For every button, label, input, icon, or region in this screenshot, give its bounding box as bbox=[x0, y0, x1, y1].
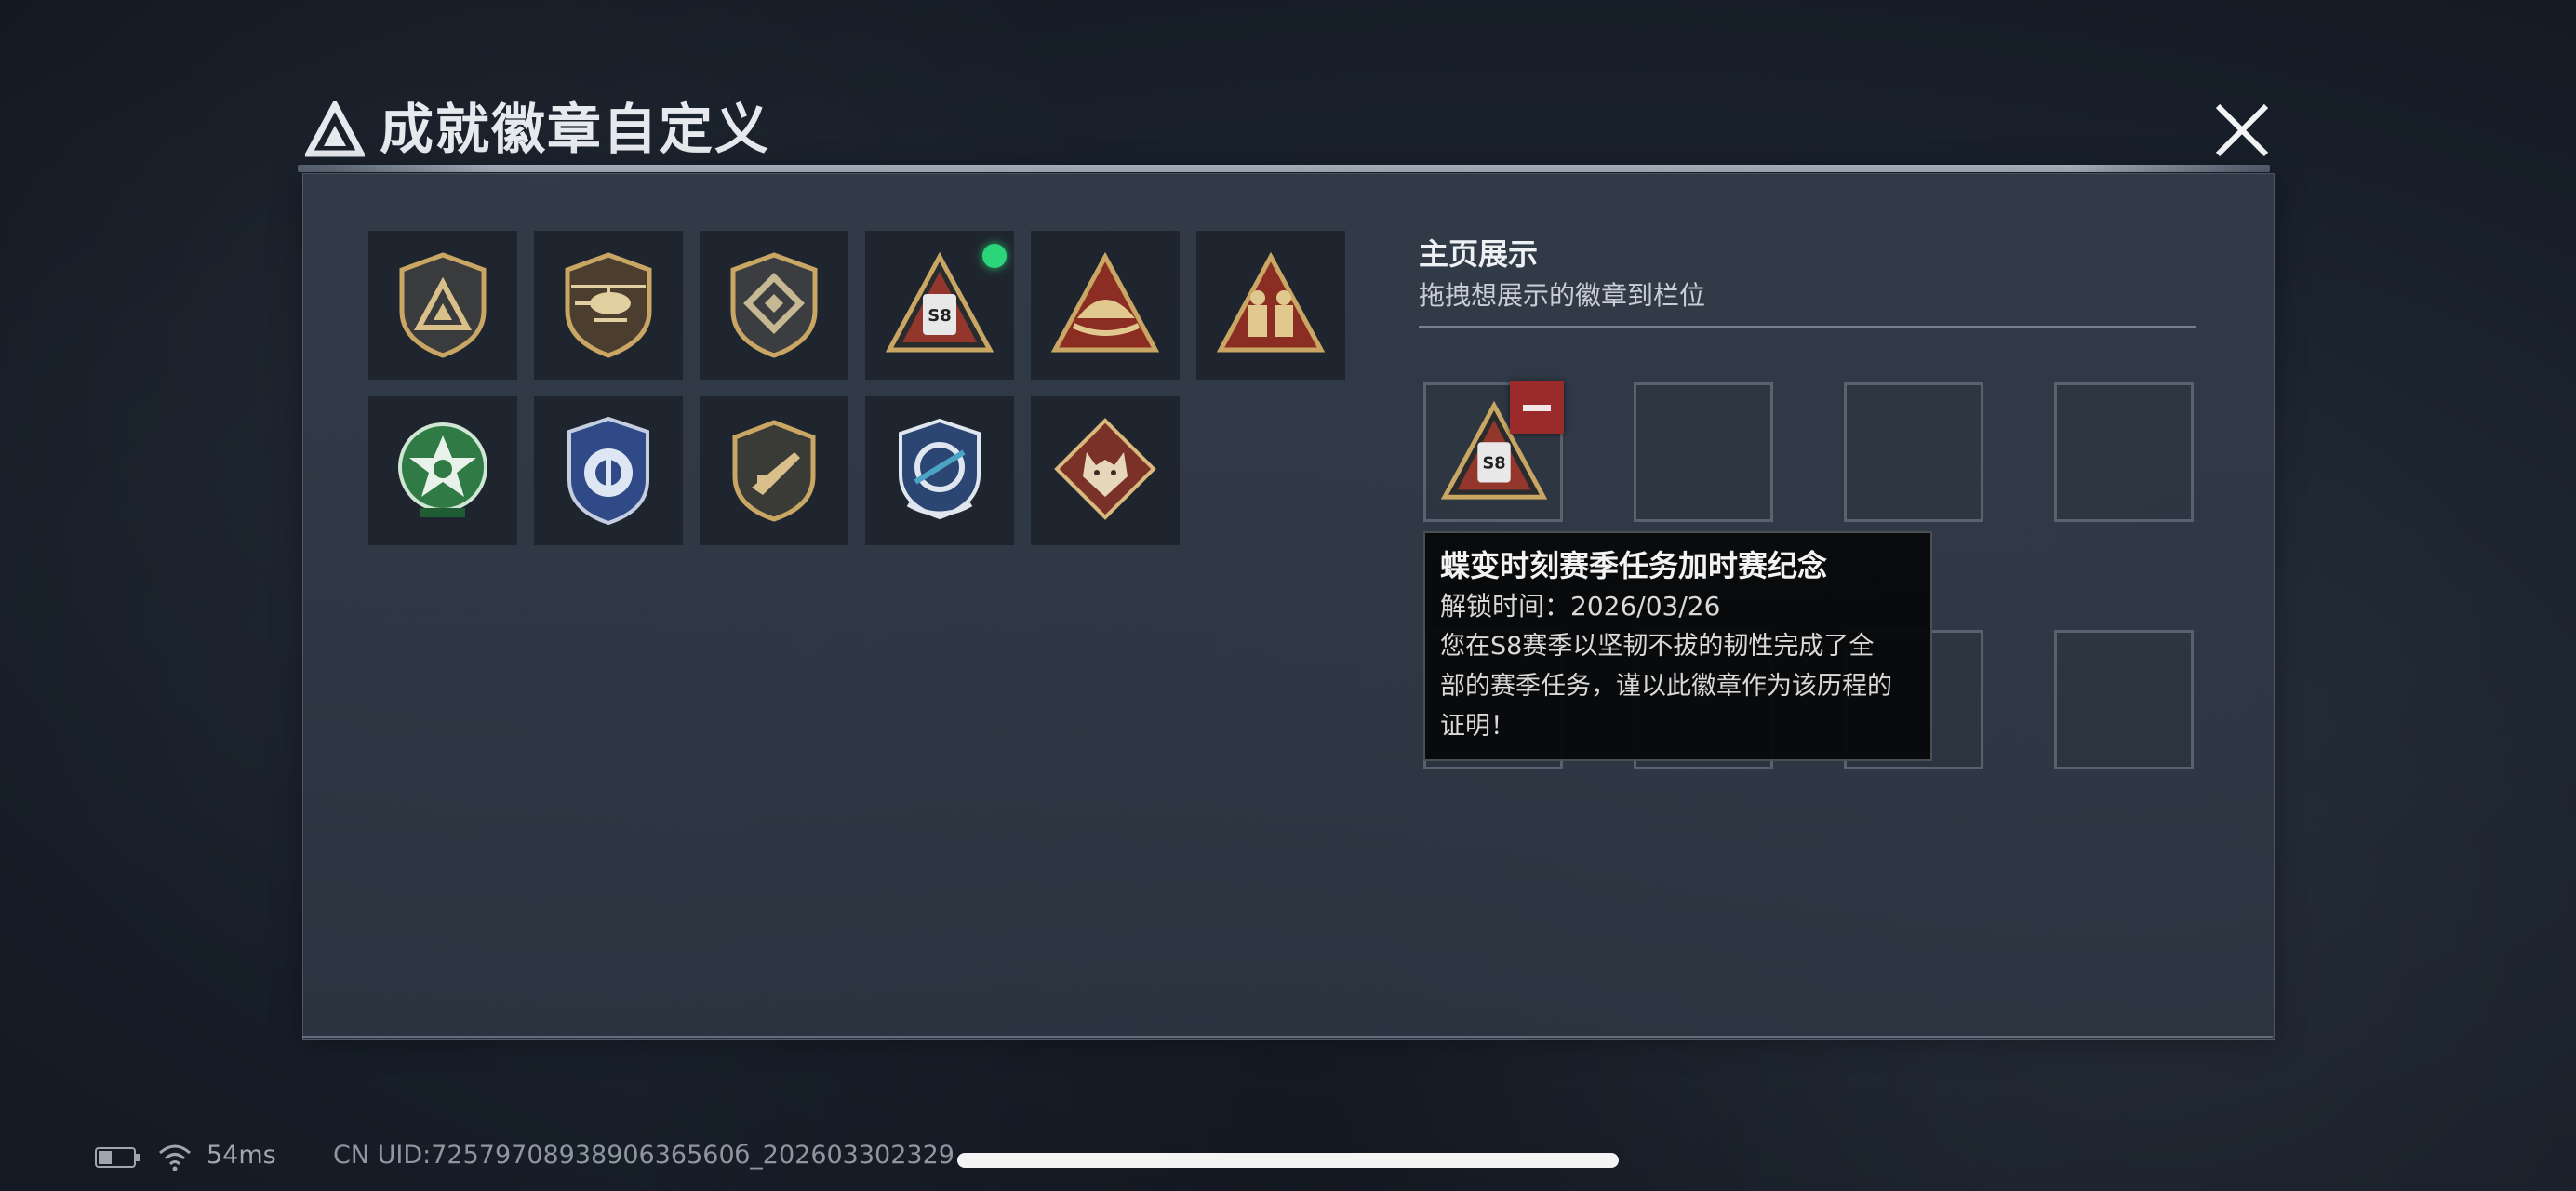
badge-sailboat[interactable] bbox=[1031, 231, 1180, 380]
dialog-title: 成就徽章自定义 bbox=[380, 98, 771, 161]
helicopter-icon bbox=[565, 252, 652, 358]
tooltip-description-line-3: 证明！ bbox=[1440, 712, 1515, 741]
showcase-slot-3[interactable] bbox=[1844, 382, 1983, 522]
tooltip-description-line-1: 您在S8赛季以坚韧不拔的韧性完成了全 bbox=[1440, 632, 1875, 661]
tooltip-description-line-2: 部的赛季任务，谨以此徽章作为该历程的 bbox=[1440, 672, 1892, 701]
battery-icon bbox=[95, 1147, 140, 1168]
close-icon[interactable] bbox=[2205, 93, 2279, 167]
diamond-shield-icon bbox=[730, 252, 818, 358]
showcase-title: 主页展示 bbox=[1419, 236, 1539, 272]
badge-helicopter[interactable] bbox=[534, 231, 683, 380]
uid-text: CN UID:7257970893890636560б_202603302329 bbox=[333, 1141, 954, 1170]
badge-tooltip: 蝶变时刻赛季任务加时赛纪念 解锁时间：2026/03/26 您在S8赛季以坚韧不… bbox=[1423, 531, 1932, 761]
green-star-icon bbox=[398, 422, 487, 517]
showcase-slot-8[interactable] bbox=[2054, 630, 2194, 769]
svg-text:S8: S8 bbox=[928, 306, 952, 326]
blue-police-icon bbox=[567, 416, 649, 526]
badge-blue-target[interactable] bbox=[865, 396, 1014, 545]
header-divider bbox=[298, 165, 2270, 172]
new-badge-indicator bbox=[982, 244, 1007, 268]
showcase-slot-4[interactable] bbox=[2054, 382, 2194, 522]
wolf-icon bbox=[1054, 418, 1156, 520]
blue-target-icon bbox=[899, 418, 981, 520]
badge-soldiers[interactable] bbox=[1196, 231, 1345, 380]
delta-shield-icon bbox=[399, 252, 487, 358]
badge-rifle[interactable] bbox=[700, 396, 848, 545]
home-indicator[interactable] bbox=[957, 1153, 1619, 1168]
sailboat-triangle-icon bbox=[1050, 251, 1160, 353]
badge-grid: S8 bbox=[368, 231, 1345, 547]
badge-green-star[interactable] bbox=[368, 396, 517, 545]
soldiers-triangle-icon bbox=[1216, 251, 1326, 353]
badge-diamond-shield[interactable] bbox=[700, 231, 848, 380]
tooltip-unlock-time: 解锁时间：2026/03/26 bbox=[1440, 591, 1721, 622]
showcase-slot-2[interactable] bbox=[1634, 382, 1773, 522]
delta-logo-icon bbox=[305, 101, 365, 157]
rifle-icon bbox=[732, 420, 816, 522]
s8-season-icon: S8 bbox=[885, 251, 994, 353]
wifi-icon bbox=[159, 1144, 191, 1171]
showcase-subtitle: 拖拽想展示的徽章到栏位 bbox=[1419, 280, 1706, 311]
badge-s8-season[interactable]: S8 bbox=[865, 231, 1014, 380]
badge-delta-shield[interactable] bbox=[368, 231, 517, 380]
showcase-divider bbox=[1419, 326, 2196, 328]
dialog-header: 成就徽章自定义 bbox=[298, 88, 2270, 172]
panel-bottom-line bbox=[302, 1036, 2273, 1038]
tooltip-title: 蝶变时刻赛季任务加时赛纪念 bbox=[1440, 548, 1828, 583]
remove-badge-button[interactable] bbox=[1510, 381, 1564, 434]
badge-wolf[interactable] bbox=[1031, 396, 1180, 545]
svg-text:S8: S8 bbox=[1482, 455, 1505, 474]
badge-blue-police[interactable] bbox=[534, 396, 683, 545]
ping-text: 54ms bbox=[207, 1141, 276, 1170]
